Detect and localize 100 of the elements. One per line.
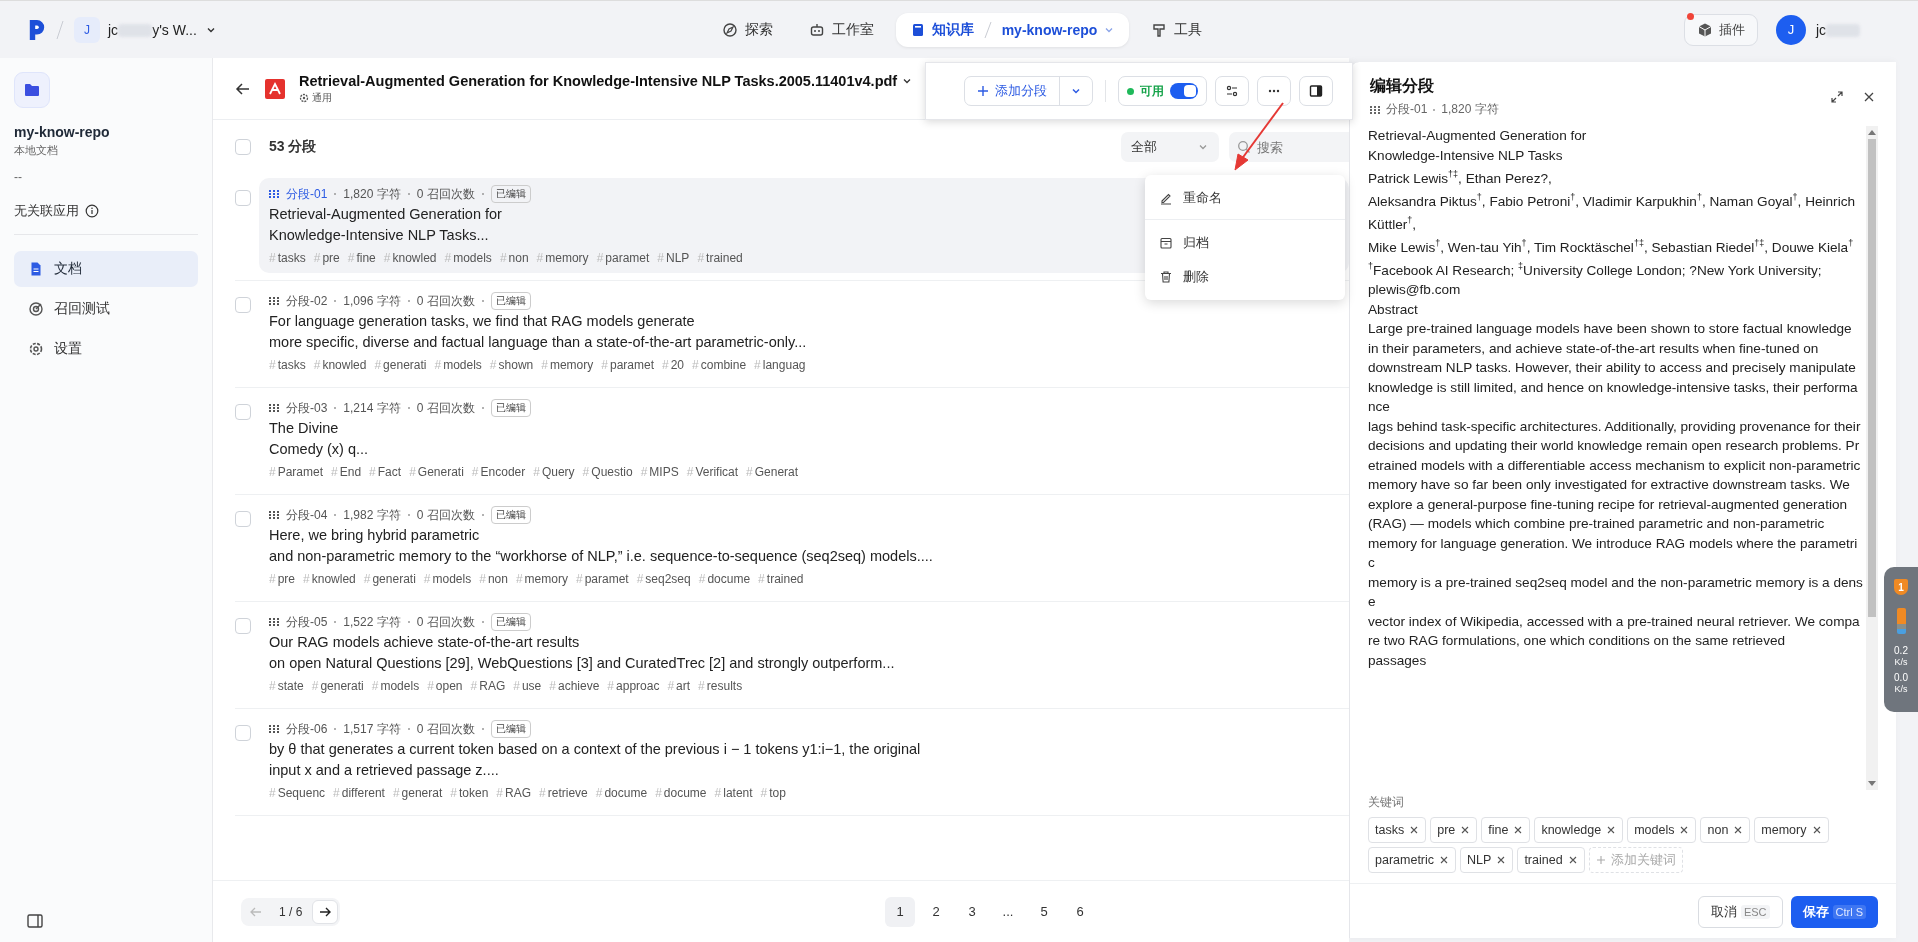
menu-item[interactable]: 重命名 [1145,181,1345,215]
keyword-tag: # knowled [313,358,367,372]
char-count: 1,517 字符 [343,720,401,738]
keyword-tag: # shown [489,358,534,372]
page-button[interactable]: 2 [921,896,951,927]
keyword-tag: # trained [697,251,743,265]
keyword-tag: # achieve [549,679,600,693]
keyword-tag: # generati [363,572,416,586]
sidebar-item[interactable]: 文档 [14,251,198,287]
keyword-tag: # approac [607,679,660,693]
keyword-tag: # models [444,251,492,265]
keyword-tag: # End [331,465,362,479]
segment-label: 分段-03 [286,399,328,417]
page-button[interactable]: 1 [885,896,915,927]
keyword-tag: # MIPS [640,465,679,479]
page-button[interactable]: ... [993,896,1023,927]
keyword-tag: # knowled [303,572,356,586]
keyword-tag: # docume [655,786,707,800]
keyword-tag: # non [499,251,529,265]
nav-tab[interactable]: 工作室 [794,12,888,47]
keyword-tag: # art [667,679,691,693]
segment-label: 分段-01 [286,185,328,203]
status-label: 可用 [1140,82,1164,100]
keyword-tag: # latent [714,786,753,800]
page-button[interactable]: 5 [1029,896,1059,927]
page-button[interactable]: 6 [1065,896,1095,927]
keyword-tag: # different [333,786,385,800]
keyword-tag: # fine [347,251,376,265]
keyword-tag: # Generati [409,465,464,479]
keyword-tag: # tasks [269,358,306,372]
download-unit: K/s [1894,684,1908,694]
char-count: 1,820 字符 [343,185,401,203]
repo-name: my-know-repo [14,124,111,140]
upload-unit: K/s [1894,657,1908,667]
search-field[interactable]: 搜索 [1229,132,1349,162]
keyword-tag: # generati [374,358,427,372]
menu-item[interactable]: 归档 [1145,226,1345,260]
keyword-tag: # paramet [596,251,650,265]
segment-text: The Divine [269,419,339,438]
keyword-tag: # paramet [601,358,654,372]
segment-card[interactable]: 分段-03 1,214 字符 0 召回次数 已编辑 The Divine Comedy (x) q... # Paramet # End # Fact # Generati # Encoder # Query # Questio # MIPS # Verificat # Generat [259,392,1349,487]
char-count: 1,214 字符 [343,399,401,417]
segment-count: 53 分段 [269,138,317,156]
keyword-tag: # memory [536,251,589,265]
segment-label: 分段-05 [286,613,328,631]
keyword-tag: # models [434,358,482,372]
keyword-tag: # generat [392,786,443,800]
repo-description: -- [14,170,23,184]
workspace-switcher[interactable]: J jc y's W... [74,16,217,43]
keyword-chip: parametric [1368,847,1457,873]
segment-label: 分段-02 [286,292,328,310]
repo-type: 本地文档 [14,143,59,158]
sidebar-item[interactable]: 设置 [14,331,198,367]
segment-label: 分段-04 [286,506,328,524]
keyword-tag: # tasks [269,251,306,265]
keyword-tag: # Encoder [471,465,526,479]
plugin-button[interactable]: 插件 [1684,13,1758,46]
char-count: 1,522 字符 [343,613,401,631]
keyword-chip: fine [1481,817,1531,843]
nav-tab[interactable]: 探索 [707,12,787,47]
save-button[interactable]: 保存 Ctrl S [1790,896,1878,928]
page-indicator: 1 / 6 [278,904,304,919]
keyword-tag: # open [427,679,463,693]
filter-dropdown[interactable]: 全部 [1121,132,1219,162]
segment-text: Comedy (x) q... [269,440,369,459]
keyword-tag: # token [450,786,489,800]
page-button[interactable]: 3 [957,896,987,927]
edited-badge: 已编辑 [490,613,531,631]
segment-text-area[interactable]: Retrieval-Augmented Generation for Knowledge-Intensive NLP Tasks Patrick Lewis$^{†‡}$, Ethan Perez?, Aleksandra Piktus$^{†}$, Fabio Petroni$^{†}$, Vladimir Karpukhin$^{†}$, Naman Goyal$^{†}$, Heinrich Küttler$^{†}$, Mike Lewis$^{†}$, Wen-tau Yih$^{†}$, Tim Rocktäschel$^{†‡}$, Sebastian Riedel$^{†‡}$, Douwe Kiela$^{†}$ $^{†}$Facebook AI Research; $^{‡}$University College London; ?New York University; plewis@fb.com Abstract Large pre-trained language models have been shown to store factual knowledge in their parameters, and achieve state-of-the-art results when fine-tuned on downstream NLP tasks. However, their ability to access and precisely manipulate knowledge is still limited, and hence on knowledge-intensive tasks, their performance lags behind task-specific architectures. Additionally, providing provenance for their decisions and updating their world knowledge remain open research problems. Pretrained models with a differentiable access mechanism to explicit non-parametric memory have so far been only investigated for extractive downstream tasks. We explore a general-purpose fine-tuning recipe for retrieval-augmented generation (RAG) — models which combine pre-trained parametric and non-parametric memory for language generation. We introduce RAG models where the parametric memory is a pre-trained seq2seq model and the non-parametric memory is a dense vector index of Wikipedia, accessed with a pre-trained neural retriever. We compare two RAG formulations, one which conditions on the same retrieved passages [1368,126,1866,790]
segment-label: 分段-01 [1386,101,1428,118]
char-count: 1,820 字符 [1441,101,1499,118]
repo-breadcrumb[interactable]: my-know-repo [1001,21,1098,38]
nav-tab[interactable]: 工具 [1137,12,1217,47]
user-avatar[interactable]: J [1776,14,1806,45]
segment-text: Knowledge-Intensive NLP Tasks... [269,226,489,245]
editor-title: 编辑分段 [1370,76,1435,96]
segment-text: For language generation tasks, we find that RAG models generate [269,312,695,331]
segment-text: Our RAG models achieve state-of-the-art results [269,633,580,652]
recall-count: 0 召回次数 [416,506,475,524]
keyword-tag: # paramet [575,572,629,586]
cancel-button[interactable]: 取消 ESC [1697,896,1783,928]
keyword-tag: # Sequenc [269,786,326,800]
keyword-chip: non [1700,817,1751,843]
workspace-name: jc y's W... [108,21,197,38]
upload-speed: 0.2 [1894,645,1908,656]
nav-tab[interactable]: 知识库 my-know-repo [895,12,1130,47]
shield-badge: 1 [1894,579,1908,595]
keywords-label: 关键词 [1368,794,1405,811]
keyword-tag: # NLP [657,251,690,265]
keyword-tag: # RAG [470,679,506,693]
sidebar-item[interactable]: 召回测试 [14,291,198,327]
keyword-chip: memory [1754,817,1829,843]
keyword-tag: # knowled [383,251,437,265]
edited-badge: 已编辑 [490,185,531,203]
keyword-tag: # generati [311,679,364,693]
user-name: jc [1816,21,1896,38]
segment-text: more specific, diverse and factual language than a state-of-the-art parametric-only... [269,333,807,352]
recall-count: 0 召回次数 [416,292,475,310]
keyword-tag: # state [269,679,304,693]
keyword-tag: # RAG [496,786,532,800]
